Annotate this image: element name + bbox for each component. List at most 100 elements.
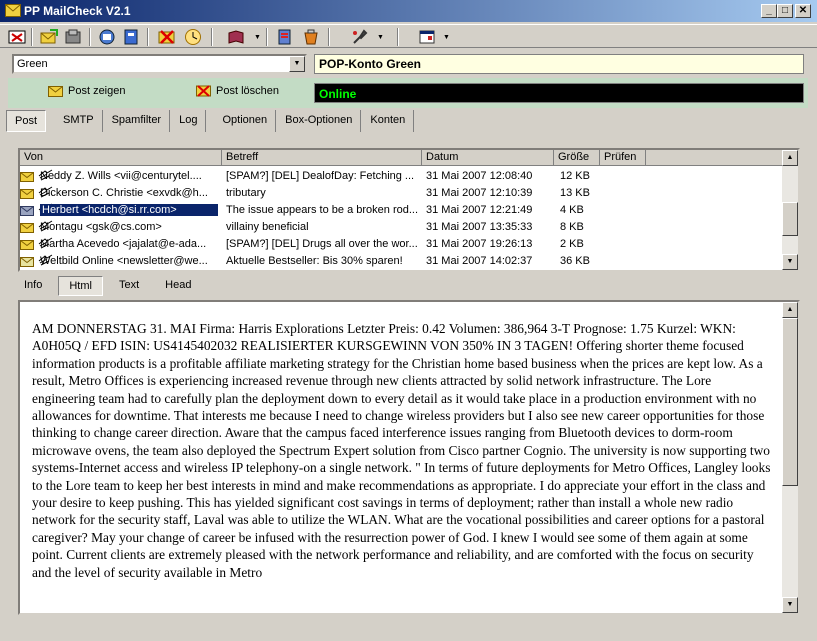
show-mail-button[interactable]: Post zeigen [48,85,125,97]
bucket-icon[interactable] [302,28,320,46]
envelope-icon [48,85,63,97]
window-view-icon[interactable] [418,28,436,46]
tab-smtp[interactable]: SMTP [55,110,103,132]
message-list[interactable]: Von Betreff Datum Größe Prüfen Neddy Z. … [18,148,800,272]
row-from: Martha Acevedo <jajalat@e-ada... [40,238,207,250]
row-date: 31 Mai 2007 19:26:13 [426,238,533,250]
close-button[interactable]: ✕ [795,4,811,18]
scroll-thumb[interactable] [782,202,798,236]
row-size: 36 KB [560,255,590,267]
title-bar: PP MailCheck V2.1 _ □ ✕ [0,0,817,22]
chevron-down-icon[interactable]: ▼ [289,56,305,72]
scroll-up-icon[interactable]: ▲ [782,150,798,166]
clock-icon[interactable] [184,28,202,46]
column-from[interactable]: Von [20,150,222,166]
scroll-down-icon[interactable]: ▼ [782,254,798,270]
scroll-thumb[interactable] [782,318,798,486]
envelope-read-icon [20,257,34,267]
tab-post[interactable]: Post [6,110,47,132]
toolbar-separator [266,28,268,46]
row-subject: The issue appears to be a broken rod... [226,204,418,216]
message-body-pane[interactable]: AM DONNERSTAG 31. MAI Firma: Harris Expl… [18,300,800,615]
view-tabs: Info Html Text Head [14,276,207,296]
spam-filter-icon[interactable] [276,28,294,46]
delete-envelope-icon [196,85,211,97]
tab-box-optionen[interactable]: Box-Optionen [277,110,362,132]
row-subject: Aktuelle Bestseller: Bis 30% sparen! [226,255,403,267]
address-icon[interactable] [122,28,140,46]
book-icon[interactable] [227,28,245,46]
table-row[interactable]: Montagu <gsk@cs.com> villainy beneficial… [20,219,784,236]
row-date: 31 Mai 2007 14:02:37 [426,255,533,267]
tab-text[interactable]: Text [109,276,149,296]
message-body: AM DONNERSTAG 31. MAI Firma: Harris Expl… [32,321,771,580]
stop-icon[interactable] [64,28,82,46]
book-dropdown-arrow[interactable]: ▼ [254,34,261,41]
row-from: Neddy Z. Wills <vii@centurytel.... [40,170,202,182]
list-scrollbar[interactable]: ▲ ▼ [782,150,798,270]
table-row-selected[interactable]: Herbert <hcdch@si.rr.com> The issue appe… [20,202,784,219]
account-label: POP-Konto Green [314,54,804,74]
toolbar-separator [211,28,213,46]
toolbar-separator [147,28,149,46]
table-row[interactable]: Dickerson C. Christie <exvdk@h... tribut… [20,185,784,202]
toolbar-separator [397,28,399,46]
account-select-value: Green [17,58,48,70]
view-dropdown-arrow[interactable]: ▼ [443,34,450,41]
toolbar-separator [89,28,91,46]
column-subject[interactable]: Betreff [222,150,422,166]
delete-mail-icon[interactable] [158,28,176,46]
envelope-icon [20,189,34,199]
delete-mail-label: Post löschen [216,85,279,97]
show-mail-label: Post zeigen [68,85,126,97]
column-check[interactable]: Prüfen [600,150,646,166]
row-from: Montagu <gsk@cs.com> [40,221,162,233]
row-date: 31 Mai 2007 13:35:33 [426,221,533,233]
scroll-down-icon[interactable]: ▼ [782,597,798,613]
scroll-up-icon[interactable]: ▲ [782,302,798,318]
maximize-button[interactable]: □ [777,4,793,18]
envelope-icon [20,172,34,182]
close-window-icon[interactable] [8,28,26,46]
tab-optionen[interactable]: Optionen [214,110,277,132]
tab-spamfilter[interactable]: Spamfilter [104,110,171,132]
envelope-icon [20,223,34,233]
table-row[interactable]: Weltbild Online <newsletter@we... Aktuel… [20,253,784,270]
table-row[interactable]: Neddy Z. Wills <vii@centurytel.... [SPAM… [20,168,784,185]
main-tabs: Post SMTP Spamfilter Log Optionen Box-Op… [6,110,415,132]
minimize-button[interactable]: _ [761,4,777,18]
connection-status: Online [314,83,804,103]
column-size[interactable]: Größe [554,150,600,166]
row-subject: [SPAM?] [DEL] Drugs all over the wor... [226,238,418,250]
row-from: Herbert <hcdch@si.rr.com> [40,204,218,216]
row-subject: villainy beneficial [226,221,309,233]
row-from: Dickerson C. Christie <exvdk@h... [40,187,208,199]
tab-head[interactable]: Head [155,276,201,296]
tab-log[interactable]: Log [171,110,207,132]
tab-konten[interactable]: Konten [362,110,415,132]
tab-info[interactable]: Info [14,276,52,296]
row-size: 4 KB [560,204,584,216]
delete-mail-button[interactable]: Post löschen [196,85,279,97]
check-mail-icon[interactable] [40,28,58,46]
settings-icon[interactable] [350,28,368,46]
body-scrollbar[interactable]: ▲ ▼ [782,302,798,613]
account-select[interactable]: Green ▼ [12,54,307,74]
settings-dropdown-arrow[interactable]: ▼ [377,34,384,41]
tab-html[interactable]: Html [58,276,103,296]
send-icon[interactable] [98,28,116,46]
toolbar-separator [31,28,33,46]
window-title: PP MailCheck V2.1 [24,4,131,18]
row-date: 31 Mai 2007 12:10:39 [426,187,533,199]
row-from: Weltbild Online <newsletter@we... [40,255,208,267]
row-size: 12 KB [560,170,590,182]
row-size: 2 KB [560,238,584,250]
row-date: 31 Mai 2007 12:21:49 [426,204,533,216]
table-row[interactable]: Martha Acevedo <jajalat@e-ada... [SPAM?]… [20,236,784,253]
column-date[interactable]: Datum [422,150,554,166]
list-header: Von Betreff Datum Größe Prüfen [20,150,784,166]
row-subject: [SPAM?] [DEL] DealofDay: Fetching ... [226,170,415,182]
row-size: 8 KB [560,221,584,233]
envelope-read-icon [20,206,34,216]
row-size: 13 KB [560,187,590,199]
